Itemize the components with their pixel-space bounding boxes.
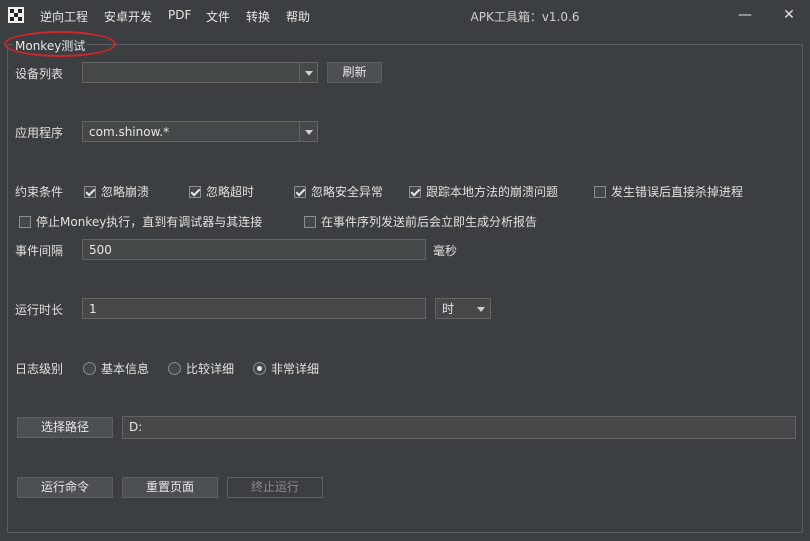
minimize-button[interactable]: —: [730, 4, 760, 26]
monitor-native-crashes-checkbox[interactable]: 跟踪本地方法的崩溃问题: [409, 183, 558, 200]
app-logo-icon: [8, 7, 24, 23]
app-value: com.shinow.*: [89, 125, 170, 139]
run-command-button[interactable]: 运行命令: [17, 477, 113, 498]
log-level-label: 日志级别: [15, 362, 64, 376]
interval-unit: 毫秒: [433, 244, 458, 258]
menu-android-dev[interactable]: 安卓开发: [104, 8, 152, 25]
stop-run-button[interactable]: 终止运行: [227, 477, 323, 498]
interval-input[interactable]: 500: [82, 239, 426, 260]
constraints-label: 约束条件: [15, 185, 64, 199]
annotation-ellipse: [4, 31, 116, 57]
checkbox-icon: [294, 186, 306, 198]
menu-help[interactable]: 帮助: [286, 8, 310, 25]
ignore-timeouts-checkbox[interactable]: 忽略超时: [189, 183, 254, 200]
reset-page-button[interactable]: 重置页面: [122, 477, 218, 498]
radio-icon: [168, 362, 181, 375]
hprof-report-checkbox[interactable]: 在事件序列发送前后会立即生成分析报告: [304, 213, 537, 230]
choose-path-button[interactable]: 选择路径: [17, 417, 113, 438]
log-level-basic-radio[interactable]: 基本信息: [83, 360, 149, 377]
checkbox-icon: [409, 186, 421, 198]
radio-icon: [83, 362, 96, 375]
title-bar: 逆向工程 安卓开发 PDF 文件 转换 帮助 APK工具箱：v1.0.6 — ✕: [0, 0, 810, 32]
app-label: 应用程序: [15, 126, 64, 140]
path-input[interactable]: D:: [122, 416, 796, 439]
device-combo[interactable]: [82, 62, 318, 83]
close-button[interactable]: ✕: [774, 4, 804, 26]
device-label: 设备列表: [15, 67, 64, 81]
chevron-down-icon: [299, 63, 317, 82]
checkbox-icon: [189, 186, 201, 198]
menu-pdf[interactable]: PDF: [168, 8, 191, 22]
monkey-test-group: [7, 44, 803, 533]
duration-unit-value: 时: [442, 302, 455, 316]
refresh-button[interactable]: 刷新: [327, 62, 382, 83]
interval-label: 事件间隔: [15, 244, 64, 258]
checkbox-icon: [84, 186, 96, 198]
menu-file[interactable]: 文件: [206, 8, 230, 25]
duration-label: 运行时长: [15, 303, 64, 317]
menu-convert[interactable]: 转换: [246, 8, 270, 25]
checkbox-icon: [594, 186, 606, 198]
duration-input[interactable]: 1: [82, 298, 426, 319]
ignore-crashes-checkbox[interactable]: 忽略崩溃: [84, 183, 149, 200]
menu-reverse-engineering[interactable]: 逆向工程: [40, 8, 88, 25]
kill-process-after-error-checkbox[interactable]: 发生错误后直接杀掉进程: [594, 183, 743, 200]
checkbox-icon: [19, 216, 31, 228]
chevron-down-icon: [299, 122, 317, 141]
log-level-detailed-radio[interactable]: 比较详细: [168, 360, 234, 377]
app-combo[interactable]: com.shinow.*: [82, 121, 318, 142]
window-title: APK工具箱：v1.0.6: [470, 10, 580, 24]
checkbox-icon: [304, 216, 316, 228]
ignore-security-exceptions-checkbox[interactable]: 忽略安全异常: [294, 183, 383, 200]
chevron-down-icon: [472, 299, 490, 318]
log-level-verbose-radio[interactable]: 非常详细: [253, 360, 319, 377]
duration-unit-combo[interactable]: 时: [435, 298, 491, 319]
wait-debugger-checkbox[interactable]: 停止Monkey执行，直到有调试器与其连接: [19, 213, 262, 230]
radio-icon: [253, 362, 266, 375]
